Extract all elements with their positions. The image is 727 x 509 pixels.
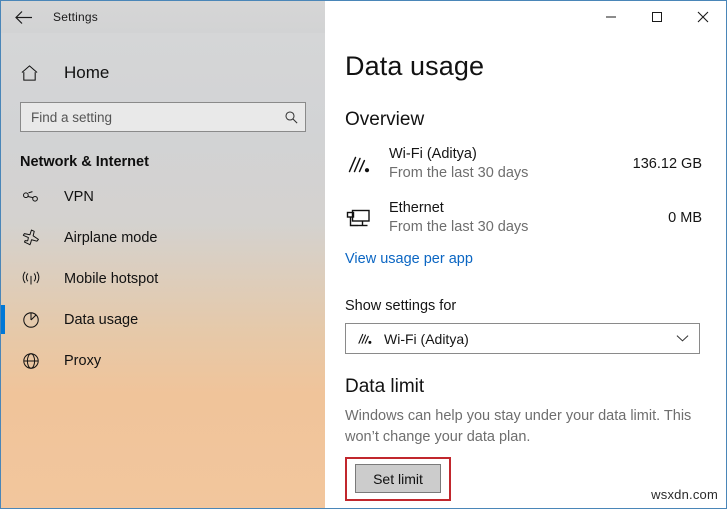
- sidebar-item-label-mobile-hotspot: Mobile hotspot: [64, 270, 159, 287]
- usage-name-wifi: Wi-Fi (Aditya): [389, 146, 477, 162]
- search-icon[interactable]: [277, 103, 305, 131]
- sidebar-category-title: Network & Internet: [20, 154, 149, 170]
- usage-value-ethernet: 0 MB: [668, 210, 702, 226]
- usage-subtitle-ethernet: From the last 30 days: [389, 219, 529, 235]
- settings-window: Settings Home Find a setting Network & I…: [0, 0, 727, 509]
- usage-texts-wifi: Wi-Fi (Aditya) From the last 30 days: [389, 145, 633, 183]
- usage-row-ethernet: Ethernet From the last 30 days 0 MB: [345, 197, 702, 239]
- home-icon: [20, 64, 44, 82]
- pie-chart-icon: [20, 311, 42, 329]
- ethernet-icon: [345, 206, 389, 230]
- usage-subtitle-wifi: From the last 30 days: [389, 165, 529, 181]
- data-limit-heading: Data limit: [345, 376, 425, 397]
- sidebar: Home Network & Internet: [1, 33, 325, 508]
- wifi-icon: [345, 152, 389, 176]
- title-bar-left: Settings: [1, 1, 325, 33]
- sidebar-item-airplane-mode[interactable]: Airplane mode: [1, 217, 325, 258]
- vpn-icon: [20, 190, 42, 204]
- hotspot-icon: [20, 271, 42, 287]
- sidebar-item-label-home: Home: [64, 63, 110, 82]
- globe-icon: [20, 352, 42, 370]
- sidebar-item-vpn[interactable]: VPN: [1, 176, 325, 217]
- airplane-icon: [20, 229, 42, 246]
- sidebar-item-label-vpn: VPN: [64, 188, 94, 205]
- usage-name-ethernet: Ethernet: [389, 200, 444, 216]
- chevron-down-icon[interactable]: [673, 334, 691, 343]
- data-limit-description: Windows can help you stay under your dat…: [345, 408, 692, 445]
- usage-value-wifi: 136.12 GB: [632, 156, 702, 172]
- network-select-dropdown[interactable]: Wi-Fi (Aditya): [345, 323, 700, 354]
- usage-row-wifi: Wi-Fi (Aditya) From the last 30 days 136…: [345, 143, 702, 185]
- wifi-icon: [356, 331, 380, 346]
- search-input[interactable]: [21, 104, 277, 130]
- search-box[interactable]: [20, 102, 306, 132]
- set-limit-button[interactable]: Set limit: [355, 464, 441, 493]
- window-title: Settings: [53, 10, 98, 24]
- usage-texts-ethernet: Ethernet From the last 30 days: [389, 199, 668, 237]
- page-title: Data usage: [345, 51, 485, 81]
- title-bar: Settings: [1, 1, 726, 33]
- maximize-icon[interactable]: [634, 1, 680, 32]
- network-select-value: Wi-Fi (Aditya): [384, 330, 469, 347]
- sidebar-item-label-data-usage: Data usage: [64, 311, 139, 328]
- back-arrow-icon[interactable]: [1, 1, 45, 33]
- overview-heading: Overview: [345, 109, 425, 130]
- show-settings-for-label: Show settings for: [345, 298, 457, 314]
- view-usage-per-app-link[interactable]: View usage per app: [345, 251, 473, 267]
- sidebar-item-mobile-hotspot[interactable]: Mobile hotspot: [1, 258, 325, 299]
- close-icon[interactable]: [680, 1, 726, 32]
- sidebar-item-proxy[interactable]: Proxy: [1, 340, 325, 381]
- watermark: wsxdn.com: [651, 487, 718, 502]
- main-content: Data usage Overview Wi-Fi (Aditya) From …: [325, 33, 726, 508]
- set-limit-highlight-box: Set limit: [345, 457, 451, 501]
- sidebar-item-label-proxy: Proxy: [64, 352, 102, 369]
- sidebar-item-data-usage[interactable]: Data usage: [1, 299, 325, 340]
- sidebar-item-label-airplane-mode: Airplane mode: [64, 229, 158, 246]
- sidebar-nav-list: VPN Airplane mode Mobile hotspot Data us…: [1, 176, 325, 381]
- minimize-icon[interactable]: [588, 1, 634, 32]
- sidebar-item-home[interactable]: Home: [1, 54, 325, 92]
- window-controls: [325, 1, 726, 33]
